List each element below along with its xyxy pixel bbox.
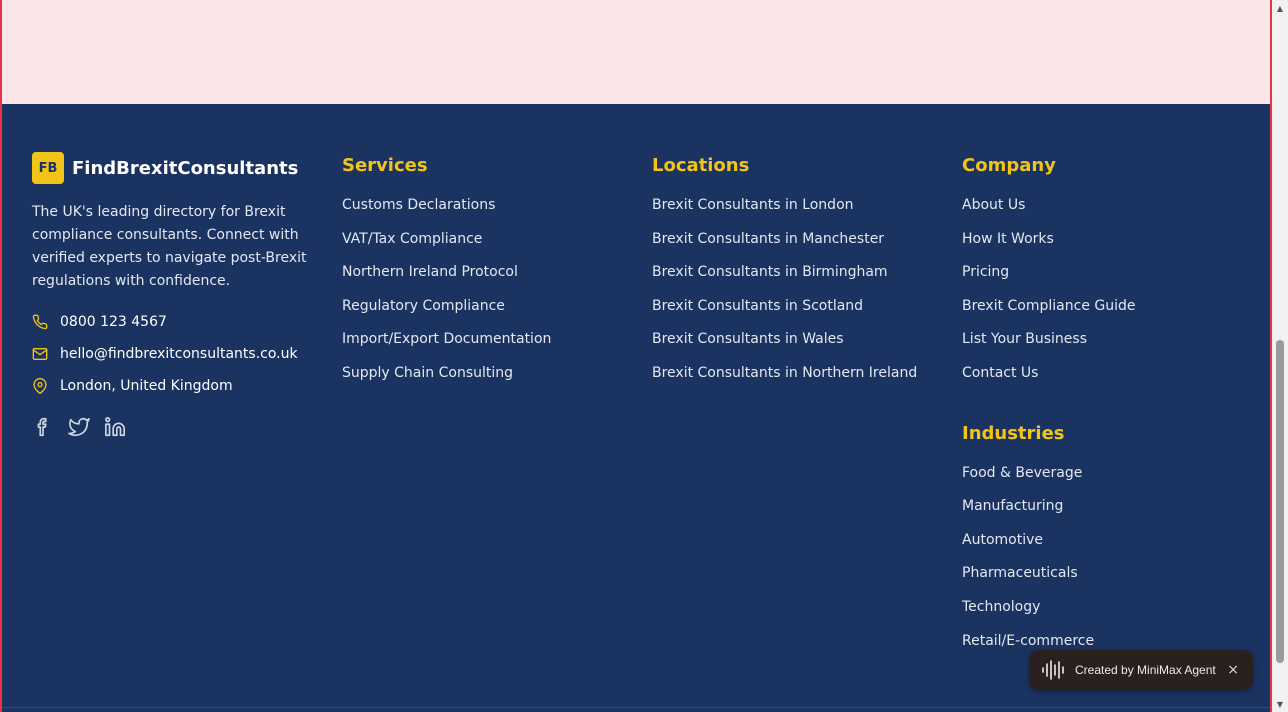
social-links: [32, 416, 317, 438]
footer-services-column: Services Customs Declarations VAT/Tax Co…: [342, 152, 622, 396]
brand-badge: FB: [32, 152, 64, 184]
contact-phone[interactable]: 0800 123 4567: [32, 306, 317, 338]
locations-heading: Locations: [652, 155, 750, 176]
waveform-logo-icon: [1041, 660, 1067, 680]
footer-brand-column: FB FindBrexitConsultants The UK's leadin…: [32, 152, 317, 438]
services-heading: Services: [342, 155, 428, 176]
scrollbar-thumb[interactable]: [1276, 340, 1284, 663]
services-link[interactable]: VAT/Tax Compliance: [342, 231, 482, 247]
facebook-icon[interactable]: [32, 416, 54, 438]
company-link[interactable]: Pricing: [962, 264, 1009, 280]
services-list: Customs Declarations VAT/Tax Compliance …: [342, 194, 622, 396]
map-pin-icon: [32, 378, 48, 394]
contact-location-text: London, United Kingdom: [60, 378, 233, 394]
created-by-badge[interactable]: Created by MiniMax Agent ×: [1029, 650, 1253, 690]
contact-location: London, United Kingdom: [32, 370, 317, 402]
company-link[interactable]: Contact Us: [962, 365, 1038, 381]
locations-link[interactable]: Brexit Consultants in Scotland: [652, 298, 863, 314]
linkedin-icon[interactable]: [104, 416, 126, 438]
scroll-down-arrow-icon[interactable]: ▼: [1272, 696, 1288, 712]
industries-list: Food & Beverage Manufacturing Automotive…: [962, 462, 1252, 664]
industries-link[interactable]: Food & Beverage: [962, 465, 1082, 481]
industries-link[interactable]: Pharmaceuticals: [962, 565, 1078, 581]
company-heading: Company: [962, 155, 1056, 176]
company-link[interactable]: How It Works: [962, 231, 1054, 247]
close-icon[interactable]: ×: [1227, 662, 1239, 678]
contact-email[interactable]: hello@findbrexitconsultants.co.uk: [32, 338, 317, 370]
brand-name: FindBrexitConsultants: [72, 157, 299, 179]
contact-email-text: hello@findbrexitconsultants.co.uk: [60, 346, 298, 362]
services-link[interactable]: Regulatory Compliance: [342, 298, 505, 314]
industries-heading: Industries: [962, 422, 1065, 444]
mail-icon: [32, 346, 48, 362]
twitter-icon[interactable]: [68, 416, 90, 438]
contact-phone-text: 0800 123 4567: [60, 314, 167, 330]
industries-link[interactable]: Manufacturing: [962, 498, 1063, 514]
company-list: About Us How It Works Pricing Brexit Com…: [962, 194, 1252, 396]
industries-link[interactable]: Automotive: [962, 532, 1043, 548]
brand-logo-link[interactable]: FB FindBrexitConsultants: [32, 152, 317, 184]
industries-section: Industries Food & Beverage Manufacturing…: [962, 420, 1252, 664]
locations-link[interactable]: Brexit Consultants in Wales: [652, 331, 844, 347]
locations-link[interactable]: Brexit Consultants in Manchester: [652, 231, 884, 247]
locations-link[interactable]: Brexit Consultants in Birmingham: [652, 264, 888, 280]
vertical-scrollbar[interactable]: ▲ ▼: [1272, 0, 1288, 712]
locations-list: Brexit Consultants in London Brexit Cons…: [652, 194, 942, 396]
services-link[interactable]: Customs Declarations: [342, 197, 495, 213]
phone-icon: [32, 314, 48, 330]
services-link[interactable]: Northern Ireland Protocol: [342, 264, 518, 280]
locations-link[interactable]: Brexit Consultants in Northern Ireland: [652, 365, 917, 381]
footer-divider: [2, 707, 1270, 708]
brand-description: The UK's leading directory for Brexit co…: [32, 204, 307, 289]
company-link[interactable]: Brexit Compliance Guide: [962, 298, 1136, 314]
site-footer: FB FindBrexitConsultants The UK's leadin…: [2, 104, 1270, 712]
locations-link[interactable]: Brexit Consultants in London: [652, 197, 854, 213]
footer-company-column: Company About Us How It Works Pricing Br…: [962, 152, 1252, 663]
footer-locations-column: Locations Brexit Consultants in London B…: [652, 152, 942, 396]
page: FB FindBrexitConsultants The UK's leadin…: [0, 0, 1272, 712]
company-link[interactable]: List Your Business: [962, 331, 1087, 347]
services-link[interactable]: Import/Export Documentation: [342, 331, 551, 347]
services-link[interactable]: Supply Chain Consulting: [342, 365, 513, 381]
created-by-text: Created by MiniMax Agent: [1075, 663, 1216, 677]
page-top-section: [2, 0, 1270, 104]
contact-list: 0800 123 4567 hello@findbrexitconsultant…: [32, 306, 317, 402]
company-link[interactable]: About Us: [962, 197, 1025, 213]
scroll-up-arrow-icon[interactable]: ▲: [1272, 0, 1288, 16]
industries-link[interactable]: Retail/E-commerce: [962, 633, 1094, 649]
industries-link[interactable]: Technology: [962, 599, 1040, 615]
